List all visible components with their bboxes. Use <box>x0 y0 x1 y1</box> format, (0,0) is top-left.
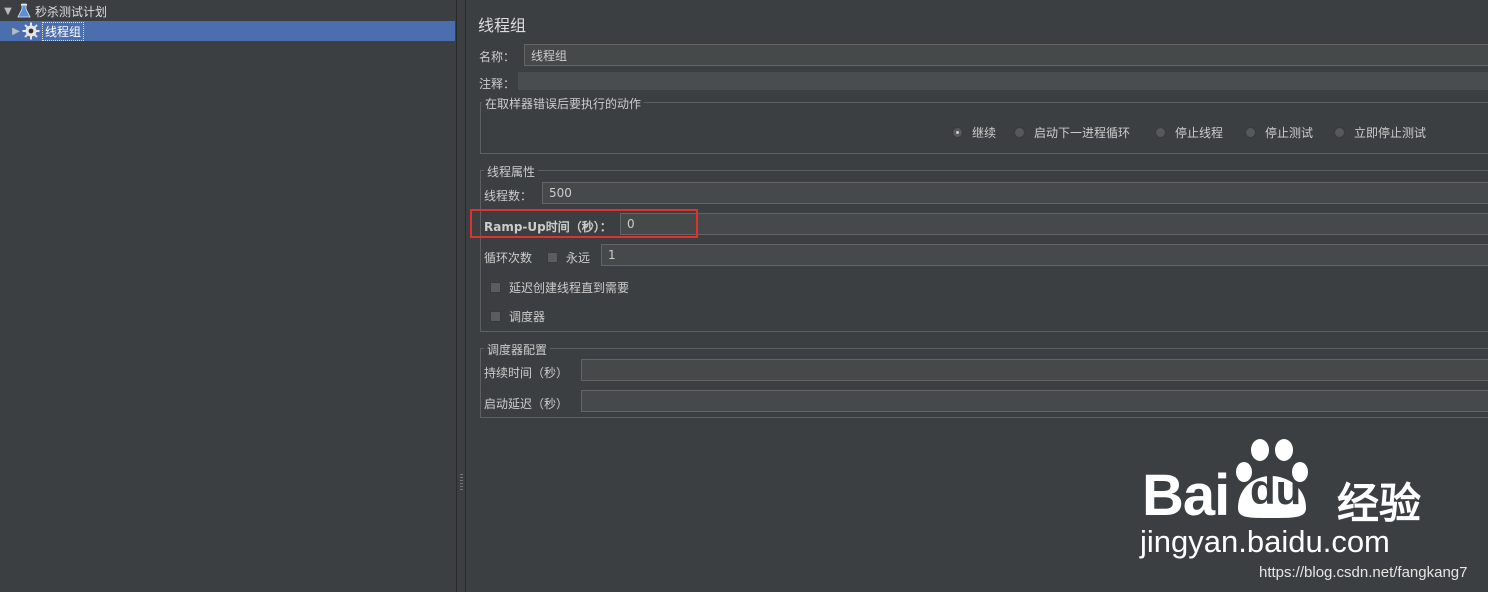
radio-button[interactable] <box>1334 127 1345 138</box>
checkbox-box[interactable] <box>547 252 558 263</box>
startup-delay-label: 启动延迟（秒） <box>484 397 569 411</box>
threads-input[interactable] <box>542 182 1488 204</box>
tree-node-label: 秒杀测试计划 <box>35 4 108 19</box>
expand-arrow-icon[interactable]: ▼ <box>2 6 14 17</box>
radio-button[interactable] <box>1014 127 1025 138</box>
loop-count-input[interactable] <box>601 244 1488 266</box>
duration-label: 持续时间（秒） <box>484 366 569 380</box>
threads-label: 线程数： <box>484 189 533 203</box>
loop-count-label: 循环次数 <box>484 251 533 265</box>
radio-button[interactable] <box>952 127 963 138</box>
tree-node-label-selected: 线程组 <box>42 21 85 41</box>
forever-checkbox[interactable]: 永远 <box>547 249 590 266</box>
comment-input[interactable] <box>518 72 1488 90</box>
radio-stop-test[interactable]: 停止测试 <box>1245 124 1313 141</box>
collapse-arrow-icon[interactable]: ▶ <box>10 26 22 37</box>
tree-node-test-plan[interactable]: ▼ 秒杀测试计划 <box>2 1 452 21</box>
rampup-input[interactable] <box>620 213 1488 235</box>
radio-start-next-loop[interactable]: 启动下一进程循环 <box>1014 124 1130 141</box>
gear-icon <box>22 22 40 40</box>
radio-button[interactable] <box>1155 127 1166 138</box>
splitter-grip-icon[interactable] <box>460 474 463 490</box>
name-input[interactable] <box>524 44 1488 66</box>
checkbox-box[interactable] <box>490 311 501 322</box>
startup-delay-input[interactable] <box>581 390 1488 412</box>
thread-properties-legend: 线程属性 <box>484 163 539 180</box>
scheduler-config-legend: 调度器配置 <box>484 341 551 358</box>
comment-label: 注释： <box>479 77 516 91</box>
radio-button[interactable] <box>1245 127 1256 138</box>
flask-icon <box>17 3 31 18</box>
radio-stop-test-now[interactable]: 立即停止测试 <box>1334 124 1426 141</box>
rampup-highlight-box <box>470 209 698 238</box>
error-action-legend: 在取样器错误后要执行的动作 <box>482 95 645 112</box>
delay-thread-creation-checkbox[interactable]: 延迟创建线程直到需要 <box>490 279 629 296</box>
thread-group-panel: 线程组 名称： 注释： 在取样器错误后要执行的动作 继续 启动下一进程循环 停止… <box>466 0 1488 592</box>
tree-node-thread-group[interactable]: ▶ 线程组 <box>0 21 455 41</box>
name-label: 名称： <box>479 50 516 64</box>
duration-input[interactable] <box>581 359 1488 381</box>
panel-title: 线程组 <box>478 16 527 35</box>
radio-continue[interactable]: 继续 <box>952 124 996 141</box>
checkbox-box[interactable] <box>490 282 501 293</box>
test-plan-tree[interactable]: ▼ 秒杀测试计划 ▶ 线程组 <box>0 0 456 592</box>
radio-stop-thread[interactable]: 停止线程 <box>1155 124 1223 141</box>
panel-splitter[interactable] <box>456 0 466 592</box>
scheduler-checkbox[interactable]: 调度器 <box>490 308 545 325</box>
